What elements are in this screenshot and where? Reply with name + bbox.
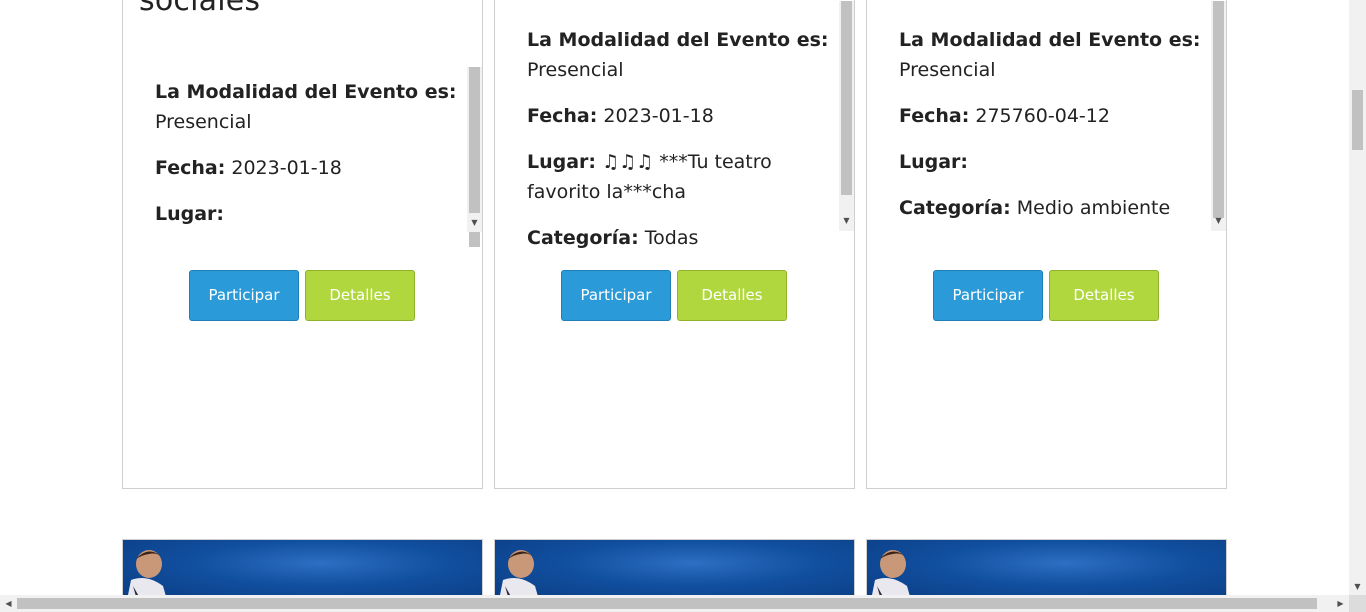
fecha-row: Fecha: 2023-01-18	[527, 101, 831, 131]
lugar-row: Lugar: ♫♫♫ ***Tu teatro favorito la***ch…	[527, 147, 831, 207]
event-card-1: sociales La Modalidad del Evento es: Pre…	[122, 0, 483, 489]
event-info-scrollbox[interactable]: La Modalidad del Evento es: Presencial F…	[867, 1, 1227, 251]
participar-button[interactable]: Participar	[561, 270, 671, 321]
categoria-value: Medio ambiente	[1016, 197, 1171, 219]
participar-button[interactable]: Participar	[933, 270, 1043, 321]
fecha-value: 2023-01-18	[603, 105, 714, 127]
scroll-down-icon[interactable]: ▼	[467, 217, 482, 229]
detalles-button[interactable]: Detalles	[1049, 270, 1159, 321]
info-scrollbar[interactable]	[467, 67, 482, 247]
lugar-label: Lugar:	[155, 203, 225, 225]
fecha-label: Fecha:	[899, 105, 970, 127]
lugar-row: Lugar:	[899, 147, 1203, 177]
modalidad-row: La Modalidad del Evento es: Presencial	[527, 25, 831, 85]
modalidad-value: Presencial	[899, 59, 996, 81]
person-photo-icon	[127, 550, 167, 598]
scrollbar-thumb[interactable]	[841, 1, 852, 195]
modalidad-row: La Modalidad del Evento es: Presencial	[899, 25, 1203, 85]
fecha-row: Fecha: 275760-04-12	[899, 101, 1203, 131]
event-image-card-3[interactable]	[866, 539, 1227, 599]
scroll-down-icon[interactable]: ▼	[1211, 215, 1226, 227]
info-scrollbar-track-end[interactable]: ▼	[467, 213, 482, 232]
participar-button[interactable]: Participar	[189, 270, 299, 321]
categoria-row: Categoría: Medio ambiente	[899, 193, 1203, 223]
fecha-row: Fecha: 2023-01-18	[155, 153, 459, 183]
scrollbar-thumb[interactable]	[1213, 1, 1224, 218]
modalidad-value: Presencial	[155, 111, 252, 133]
lugar-label: Lugar:	[899, 151, 969, 173]
scrollbar-corner	[1349, 595, 1366, 612]
card-title: sociales	[139, 0, 261, 18]
page-vertical-scrollbar[interactable]: ▼	[1349, 0, 1366, 595]
event-image-card-2[interactable]	[494, 539, 855, 599]
fecha-value: 275760-04-12	[975, 105, 1110, 127]
event-image-card-1[interactable]	[122, 539, 483, 599]
person-photo-icon	[499, 550, 539, 598]
event-info-scrollbox[interactable]: La Modalidad del Evento es: Presencial F…	[495, 1, 855, 251]
event-card-3: La Modalidad del Evento es: Presencial F…	[866, 0, 1227, 489]
scroll-down-icon[interactable]: ▼	[1349, 579, 1366, 595]
modalidad-value: Presencial	[527, 59, 624, 81]
person-photo-icon	[871, 550, 911, 598]
lugar-label: Lugar:	[527, 151, 597, 173]
detalles-button[interactable]: Detalles	[305, 270, 415, 321]
event-info-scrollbox[interactable]: La Modalidad del Evento es: Presencial F…	[123, 67, 483, 252]
page-scrollbar-thumb[interactable]	[1352, 90, 1363, 150]
info-scrollbar[interactable]: ▼	[1211, 1, 1226, 231]
detalles-button[interactable]: Detalles	[677, 270, 787, 321]
modalidad-row: La Modalidad del Evento es: Presencial	[155, 77, 459, 137]
modalidad-label: La Modalidad del Evento es:	[527, 29, 829, 51]
scroll-left-icon[interactable]: ◀	[0, 595, 17, 612]
info-scrollbar[interactable]: ▼	[839, 1, 854, 231]
fecha-label: Fecha:	[155, 157, 226, 179]
fecha-label: Fecha:	[527, 105, 598, 127]
categoria-label: Categoría:	[527, 227, 639, 249]
scroll-right-icon[interactable]: ▶	[1332, 595, 1349, 612]
categoria-row: Categoría: Todas	[527, 223, 831, 251]
page-horizontal-scrollbar[interactable]: ◀ ▶	[0, 595, 1349, 612]
categoria-value: Todas	[644, 227, 699, 249]
fecha-value: 2023-01-18	[231, 157, 342, 179]
modalidad-label: La Modalidad del Evento es:	[155, 81, 457, 103]
event-card-2: La Modalidad del Evento es: Presencial F…	[494, 0, 855, 489]
page-hscrollbar-thumb[interactable]	[17, 598, 1317, 609]
modalidad-label: La Modalidad del Evento es:	[899, 29, 1201, 51]
scroll-down-icon[interactable]: ▼	[839, 215, 854, 227]
lugar-row: Lugar:	[155, 199, 459, 229]
categoria-label: Categoría:	[899, 197, 1011, 219]
